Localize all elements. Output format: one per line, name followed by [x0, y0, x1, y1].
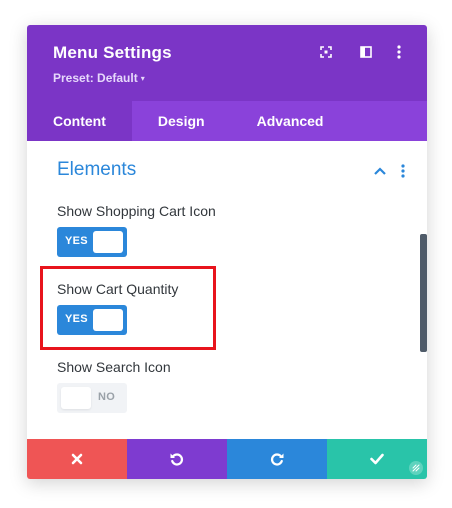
- modal-title: Menu Settings: [53, 43, 172, 62]
- resize-icon[interactable]: [409, 461, 423, 475]
- preset-selector[interactable]: Preset: Default ▾: [53, 71, 145, 85]
- preset-label: Preset: Default: [53, 71, 138, 85]
- settings-tabs: Content Design Advanced: [27, 101, 427, 141]
- close-icon: [71, 453, 83, 465]
- expand-icon[interactable]: [318, 44, 334, 60]
- toggle-show-cart-icon[interactable]: YES: [57, 227, 127, 257]
- scrollbar[interactable]: [420, 234, 427, 352]
- save-button[interactable]: [327, 439, 427, 479]
- modal-header: Menu Settings Preset: Default ▾: [27, 25, 427, 101]
- check-icon: [370, 453, 384, 465]
- toggle-state-text: YES: [65, 235, 88, 247]
- section-more-icon[interactable]: [398, 163, 408, 179]
- undo-icon: [170, 453, 184, 466]
- tab-advanced[interactable]: Advanced: [231, 101, 350, 141]
- option-label-cart-icon: Show Shopping Cart Icon: [57, 203, 216, 219]
- more-vertical-icon[interactable]: [391, 44, 407, 60]
- menu-settings-modal: Menu Settings Preset: Default ▾ Content …: [27, 25, 427, 479]
- redo-icon: [270, 453, 284, 466]
- split-view-icon[interactable]: [358, 44, 374, 60]
- redo-button[interactable]: [227, 439, 327, 479]
- toggle-knob: [61, 387, 91, 409]
- option-label-search-icon: Show Search Icon: [57, 359, 171, 375]
- toggle-state-text: NO: [98, 391, 116, 403]
- toggle-show-search-icon[interactable]: NO: [57, 383, 127, 413]
- chevron-up-icon[interactable]: [372, 165, 388, 177]
- tab-content[interactable]: Content: [27, 101, 132, 141]
- section-title[interactable]: Elements: [57, 159, 136, 181]
- highlight-box: [40, 266, 216, 350]
- toggle-knob: [93, 231, 123, 253]
- cancel-button[interactable]: [27, 439, 127, 479]
- tab-design[interactable]: Design: [132, 101, 231, 141]
- chevron-down-icon: ▾: [140, 74, 145, 83]
- undo-button[interactable]: [127, 439, 227, 479]
- modal-footer: [27, 439, 427, 479]
